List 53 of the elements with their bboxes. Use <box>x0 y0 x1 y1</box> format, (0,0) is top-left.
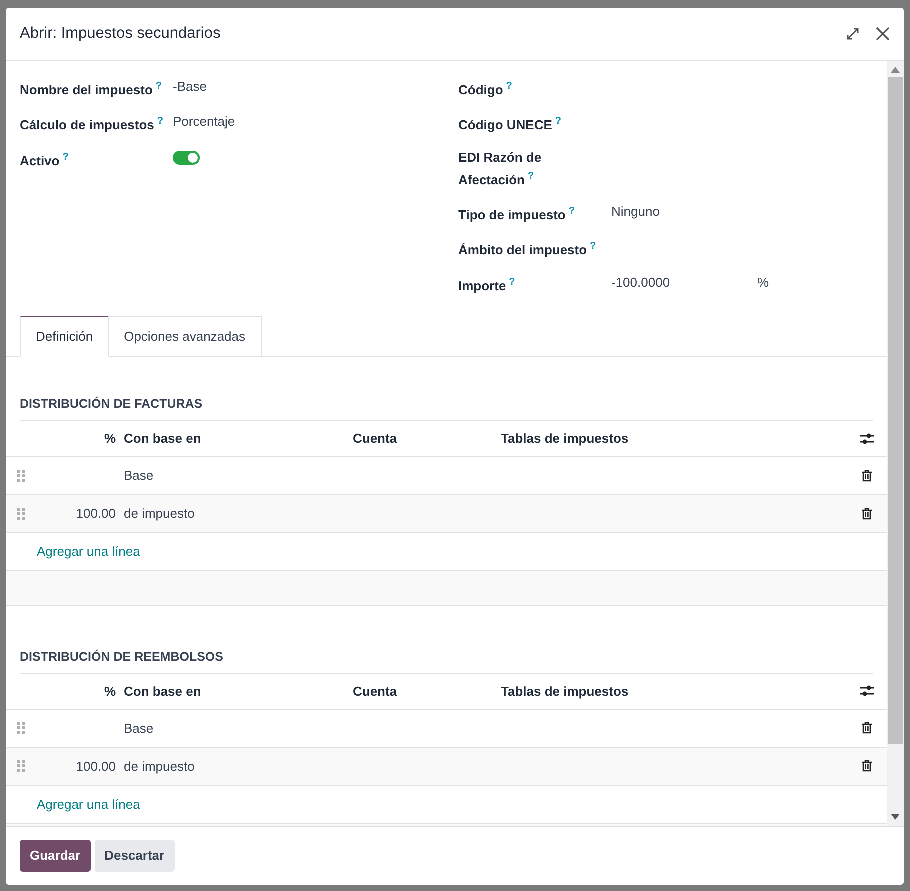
field-label: Código $^{?}$ <box>458 80 514 100</box>
field-value: Porcentaje <box>173 113 236 132</box>
drag-handle-icon[interactable] <box>17 722 25 734</box>
column-header: Cuenta <box>353 430 398 448</box>
scroll-up-icon[interactable] <box>891 67 900 73</box>
drag-handle-icon[interactable] <box>17 508 25 520</box>
delete-icon[interactable] <box>862 470 872 482</box>
field-value: -100.0000 <box>612 274 672 292</box>
unit-label: % <box>758 274 770 292</box>
table-cell: Base <box>124 468 154 483</box>
expand-icon[interactable] <box>846 27 860 41</box>
dialog-title: Abrir: Impuestos secundarios <box>20 24 222 44</box>
table-cell: de impuesto <box>124 758 195 774</box>
tab[interactable]: Definición <box>20 316 110 358</box>
delete-icon[interactable] <box>862 760 872 772</box>
tab[interactable]: Opciones avanzadas <box>109 316 262 358</box>
scroll-down-icon[interactable] <box>891 814 900 820</box>
column-settings-icon[interactable] <box>860 432 874 445</box>
discard-button[interactable]: Descartar <box>94 840 175 872</box>
field-value: Ninguno <box>612 202 660 221</box>
close-icon[interactable] <box>876 27 890 41</box>
drag-handle-icon[interactable] <box>17 760 25 772</box>
column-header: Tablas de impuestos <box>501 430 630 448</box>
section-title: DISTRIBUCIÓN DE REEMBOLSOS <box>20 606 873 674</box>
delete-icon[interactable] <box>862 722 872 734</box>
field-label: Ámbito del impuesto $^{?}$ <box>458 240 598 260</box>
field-label: Código UNECE $^{?}$ <box>458 115 562 135</box>
toggle-switch[interactable] <box>173 150 200 165</box>
drag-handle-icon[interactable] <box>17 470 25 482</box>
add-line-link[interactable]: Agregar una línea <box>37 794 140 814</box>
column-header: Cuenta <box>353 682 398 701</box>
table-cell: de impuesto <box>124 506 195 521</box>
delete-icon[interactable] <box>862 508 872 520</box>
scrollbar[interactable] <box>887 61 904 826</box>
column-header: Con base en <box>124 682 202 701</box>
table-cell: 100.00 <box>76 506 116 521</box>
save-button[interactable]: Guardar <box>20 840 91 872</box>
field-value: -Base <box>173 78 207 96</box>
column-header: % <box>103 430 117 448</box>
column-header: Tablas de impuestos <box>501 682 630 701</box>
field-label: Nombre del impuesto $^{?}$ <box>20 80 164 100</box>
field-label: Tipo de impuesto $^{?}$ <box>458 204 576 224</box>
field-label: Importe $^{?}$ <box>458 276 516 295</box>
field-label: Activo $^{?}$ <box>20 150 70 170</box>
section-title: DISTRIBUCIÓN DE FACTURAS <box>20 357 873 422</box>
column-settings-icon[interactable] <box>860 685 874 698</box>
field-label: EDI Razón de Afectación $^{?}$ <box>458 148 543 189</box>
column-header: Con base en <box>124 430 202 448</box>
table-cell: Base <box>124 720 154 736</box>
add-line-link[interactable]: Agregar una línea <box>37 542 140 562</box>
field-label: Cálculo de impuestos $^{?}$ <box>20 115 164 135</box>
table-cell: 100.00 <box>76 758 116 774</box>
column-header: % <box>103 682 117 701</box>
